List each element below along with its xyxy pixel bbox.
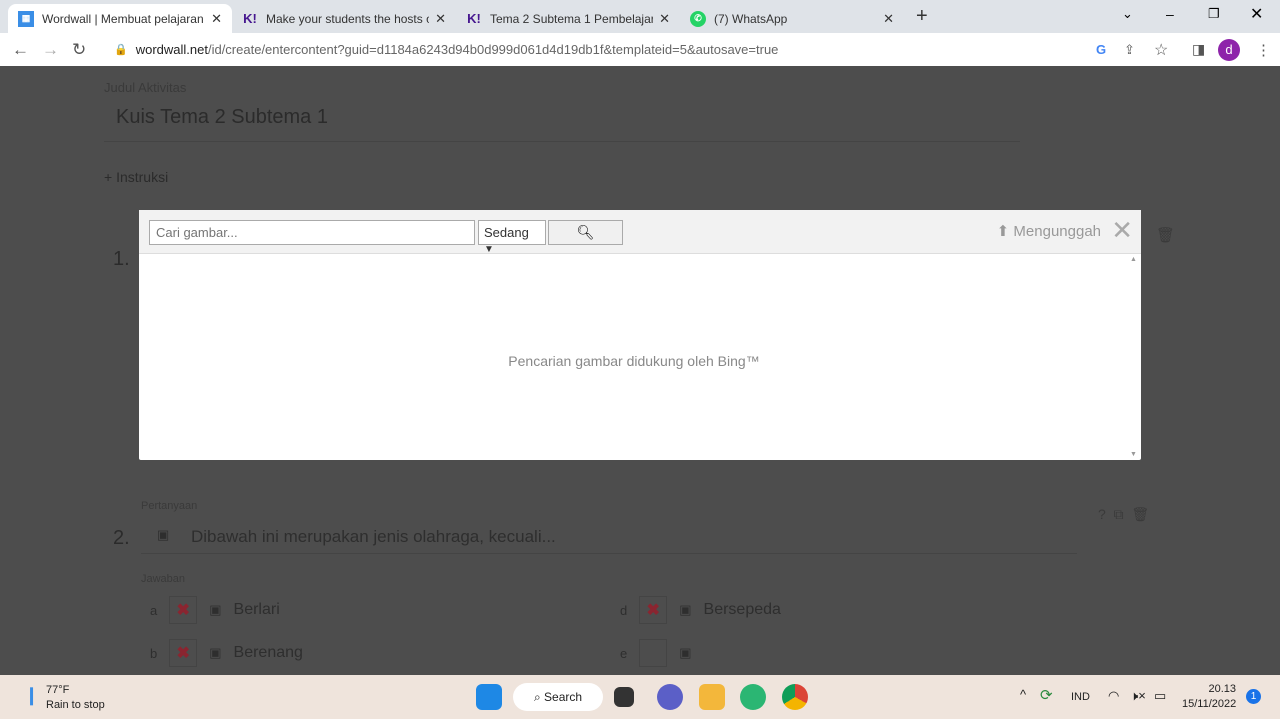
answer-row: d ✖ ▣ Bersepeda <box>620 596 781 624</box>
start-icon[interactable] <box>476 684 502 710</box>
scrollbar[interactable]: ▲ ▼ <box>1127 254 1141 460</box>
side-panel-icon[interactable]: ◨ <box>1192 41 1205 58</box>
image-icon[interactable]: ▣ <box>209 602 221 618</box>
tab-wordwall[interactable]: ▦ Wordwall | Membuat pelajaran y ✕ <box>8 4 232 33</box>
chevron-down-icon: ▼ <box>484 244 494 255</box>
search-button[interactable]: 🔍︎ <box>548 220 623 245</box>
teams-icon[interactable] <box>657 684 683 710</box>
plus-icon: + <box>104 169 117 185</box>
search-icon: 🔍︎ <box>576 224 595 240</box>
image-icon[interactable]: ▣ <box>679 602 691 618</box>
new-tab-button[interactable]: + <box>916 5 928 28</box>
kahoot-icon: K! <box>243 11 257 26</box>
tab-kahoot-1[interactable]: K! Make your students the hosts of ✕ <box>232 4 456 33</box>
notification-badge[interactable]: 1 <box>1246 689 1261 704</box>
image-icon[interactable]: ▣ <box>679 645 691 661</box>
question-label: Pertanyaan <box>141 500 198 512</box>
address-bar[interactable]: 🔒 wordwall.net/id/create/entercontent?gu… <box>100 37 1180 62</box>
clock[interactable]: 20.13 15/11/2022 <box>1182 683 1236 710</box>
browser-toolbar: ← → ↻ 🔒 wordwall.net/id/create/entercont… <box>0 33 1280 66</box>
image-icon[interactable]: ▣ <box>157 527 169 543</box>
close-tab-icon[interactable]: ✕ <box>883 11 894 27</box>
answer-row: e ▣ <box>620 639 704 667</box>
tab-whatsapp[interactable]: ✆ (7) WhatsApp ✕ <box>680 4 904 33</box>
help-icon[interactable]: ? <box>1098 506 1106 522</box>
kahoot-icon: K! <box>467 11 481 26</box>
tab-kahoot-2[interactable]: K! Tema 2 Subtema 1 Pembelajaran ✕ <box>456 4 680 33</box>
task-view-icon[interactable] <box>614 687 634 707</box>
wifi-icon[interactable]: ◠ <box>1108 688 1119 704</box>
battery-icon[interactable]: ▭ <box>1154 688 1166 704</box>
instructions-link[interactable]: + Instruksi <box>104 169 168 185</box>
taskbar: ❙ 77°F Rain to stop ⌕ Search ^ ⟳ IND ◠ 🕨×… <box>0 675 1280 719</box>
activity-title-input[interactable]: Kuis Tema 2 Subtema 1 <box>104 106 1020 142</box>
chrome-icon[interactable] <box>782 684 808 710</box>
profile-avatar[interactable]: d <box>1218 38 1240 61</box>
google-translate-icon[interactable]: G <box>1096 42 1106 57</box>
tab-search-icon[interactable]: ⌄ <box>1122 6 1133 22</box>
wordwall-icon: ▦ <box>18 10 34 27</box>
answer-row: b ✖ ▣ Berenang <box>150 639 303 667</box>
bing-note: Pencarian gambar didukung oleh Bing™ <box>508 353 760 369</box>
whatsapp-icon: ✆ <box>690 10 706 27</box>
question-actions: ? ⧉ 🗑 <box>1098 506 1149 523</box>
edge-icon[interactable] <box>740 684 766 710</box>
forward-icon[interactable]: → <box>42 40 59 60</box>
close-tab-icon[interactable]: ✕ <box>435 11 446 27</box>
volume-muted-icon[interactable]: 🕨× <box>1130 688 1146 704</box>
language-indicator[interactable]: IND <box>1071 691 1090 703</box>
menu-icon[interactable]: ⋮ <box>1256 41 1271 59</box>
tab-bar: ▦ Wordwall | Membuat pelajaran y ✕ K! Mak… <box>0 0 1280 33</box>
taskbar-search[interactable]: ⌕ Search <box>513 683 603 711</box>
close-window-button[interactable]: ✕ <box>1250 4 1263 24</box>
minimize-button[interactable]: – <box>1166 6 1174 22</box>
close-tab-icon[interactable]: ✕ <box>659 11 670 27</box>
title-label: Judul Aktivitas <box>104 80 187 95</box>
size-select[interactable]: Sedang ▼ <box>478 220 546 255</box>
delete-icon[interactable]: 🗑 <box>1156 226 1175 244</box>
weather-icon: ❙ <box>24 685 40 705</box>
lock-icon: 🔒 <box>114 44 128 56</box>
answers-label: Jawaban <box>141 573 186 585</box>
incorrect-toggle[interactable]: ✖ <box>639 596 668 624</box>
incorrect-toggle[interactable]: ✖ <box>169 639 198 667</box>
close-icon[interactable]: ✕ <box>1111 216 1133 244</box>
file-explorer-icon[interactable] <box>699 684 725 710</box>
back-icon[interactable]: ← <box>12 40 29 60</box>
question-1-number: 1. <box>113 248 130 270</box>
answer-row: a ✖ ▣ Berlari <box>150 596 280 624</box>
duplicate-icon[interactable]: ⧉ <box>1114 506 1124 522</box>
sync-icon[interactable]: ⟳ <box>1040 686 1053 704</box>
dialog-header: Sedang ▼ 🔍︎ ⬆ Mengunggah ✕ <box>139 210 1141 255</box>
restore-button[interactable]: ❐ <box>1208 6 1220 22</box>
reload-icon[interactable]: ↻ <box>72 40 86 60</box>
share-icon[interactable]: ⇪ <box>1124 42 1135 58</box>
delete-icon[interactable]: 🗑 <box>1131 506 1149 522</box>
weather-widget[interactable]: 77°F Rain to stop <box>46 684 105 711</box>
upload-icon: ⬆ <box>996 223 1010 240</box>
image-search-dialog: Sedang ▼ 🔍︎ ⬆ Mengunggah ✕ Pencarian gam… <box>139 210 1141 460</box>
upload-button[interactable]: ⬆ Mengunggah <box>997 222 1101 240</box>
image-icon[interactable]: ▣ <box>209 645 221 661</box>
incorrect-toggle[interactable]: ✖ <box>169 596 198 624</box>
image-search-input[interactable] <box>149 220 475 245</box>
chevron-up-icon[interactable]: ^ <box>1020 687 1026 702</box>
close-tab-icon[interactable]: ✕ <box>211 11 222 27</box>
question-2-number: 2. <box>113 527 130 549</box>
search-icon: ⌕ <box>533 690 545 704</box>
question-2-input[interactable]: ▣ Dibawah ini merupakan jenis olahraga, … <box>141 518 1077 554</box>
bookmark-star-icon[interactable]: ☆ <box>1154 40 1168 60</box>
correct-toggle[interactable] <box>639 639 668 667</box>
